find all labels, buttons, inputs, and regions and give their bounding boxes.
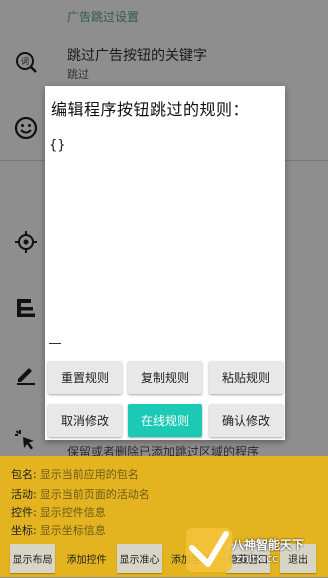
add-widget-button[interactable]: 添加控件 [64,544,109,573]
text-cursor-line [49,343,61,344]
package-label: 包名: [11,468,37,481]
reset-rules-button[interactable]: 重置规则 [48,361,122,394]
rules-editor[interactable]: {} [49,138,66,153]
widget-info-row: 控件: 显示控件信息 [11,504,106,520]
dialog-title: 编辑程序按钮跳过的规则： [51,100,250,119]
keyword-row-value: 跳过 [67,68,89,81]
paste-rules-button[interactable]: 粘贴规则 [209,361,283,394]
activity-value: 显示当前页面的活动名 [39,488,150,501]
activity-info-row: 活动: 显示当前页面的活动名 [11,486,150,502]
watermark-title: 八神智能天下 [232,538,305,552]
activity-label: 活动: [11,488,37,501]
confirm-edit-button[interactable]: 确认修改 [209,404,283,437]
svg-text:词: 词 [21,57,29,66]
cancel-edit-button[interactable]: 取消修改 [48,404,122,437]
show-crosshair-button[interactable]: 显示准心 [117,544,162,573]
online-rules-button[interactable]: 在线规则 [128,404,202,437]
pencil-icon [14,362,38,386]
site-watermark: 八神智能天下 znltx.cc [186,522,326,574]
cursor-click-icon [14,428,38,452]
widget-value: 显示控件信息 [39,506,106,519]
tree-structure-icon [14,296,38,320]
section-title: 广告跳过设置 [67,10,140,24]
smiley-icon [14,116,38,140]
edit-rules-dialog: 编辑程序按钮跳过的规则： {} 重置规则 复制规则 粘贴规则 取消修改 在线规则… [45,86,285,440]
crosshair-icon [14,230,38,254]
watermark-url: znltx.cc [236,552,279,565]
coordinate-info-row: 坐标: 显示坐标信息 [11,522,106,538]
package-info-row: 包名: 显示当前应用的包名 [11,466,139,482]
widget-label: 控件: [11,506,37,519]
package-value: 显示当前应用的包名 [39,468,139,481]
search-keyword-icon: 词 [14,50,38,74]
copy-rules-button[interactable]: 复制规则 [128,361,202,394]
coordinate-value: 显示坐标信息 [39,524,106,537]
coordinate-label: 坐标: [11,524,37,537]
keyword-row-title[interactable]: 跳过广告按钮的关键字 [67,45,207,65]
show-layout-button[interactable]: 显示布局 [10,544,55,573]
